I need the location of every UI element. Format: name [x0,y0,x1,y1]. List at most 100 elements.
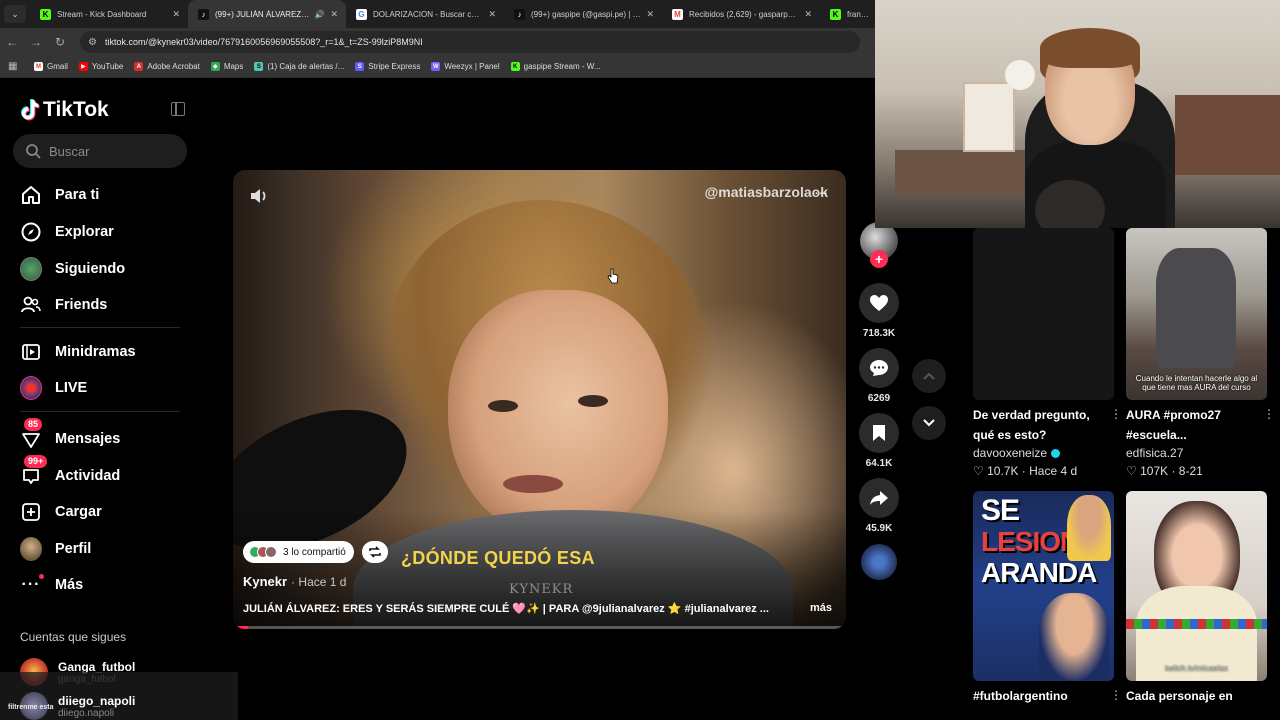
stripe-icon: S [355,62,365,71]
bookmark-kick[interactable]: Kgaspipe Stream - W... [510,62,601,71]
speaker-icon[interactable]: 🔊 [314,10,324,19]
nav-upload[interactable]: Cargar [20,501,102,523]
feed-thumbnail[interactable]: SE LESIONÓ ARANDA [973,491,1114,681]
nav-label: Siguiendo [55,261,126,277]
browser-tab[interactable]: K Stream - Kick Dashboard ✕ [30,0,188,28]
streamlabs-icon: S [254,62,264,71]
tiktok-logo[interactable]: TikTok [20,98,109,122]
nav-more[interactable]: ··· Más [20,574,83,596]
browser-tab[interactable]: G DOLARIZACION - Buscar con G ✕ [346,0,504,28]
nav-explore[interactable]: Explorar [20,221,114,243]
video-frame-art [578,395,608,407]
close-icon[interactable]: ✕ [804,9,812,20]
close-icon[interactable]: ✕ [172,9,180,20]
chevron-up-icon [923,372,935,380]
video-brand-overlay: KYNEKR [509,582,574,597]
bookmark-label: (1) Caja de alertas /... [267,62,345,71]
video-caption-overlay: ¿DÓNDE QUEDÓ ESA [401,548,595,568]
more-options-icon[interactable]: ··· [814,184,828,200]
nav-minidramas[interactable]: Minidramas [20,341,136,363]
webcam-art [1175,95,1280,175]
comment-button[interactable] [859,348,899,388]
kick-icon: K [510,62,520,71]
bookmark-label: Stripe Express [368,62,421,71]
forward-icon[interactable]: → [24,35,48,49]
site-info-icon[interactable]: ⚙ [88,37,97,48]
feed-thumbnail[interactable]: twitch.tv/micaelax [1126,491,1267,681]
nav-label: Explorar [55,224,114,240]
close-icon[interactable]: ✕ [330,9,338,20]
feed-thumbnail[interactable]: Cuando le intentan hacerle algo al que t… [1126,228,1267,400]
webcam-overlay [875,0,1280,228]
follow-plus-icon[interactable]: + [870,250,888,268]
bookmark-maps[interactable]: ◆ Maps [210,62,243,71]
thumbnail-caption: Cuando le intentan hacerle algo al que t… [1135,374,1258,392]
search-box[interactable] [13,134,187,168]
card-meta: ♡ 107K · 8-21 [1126,464,1203,478]
close-icon[interactable]: ✕ [646,9,654,20]
browser-tab[interactable]: K fransobri [820,0,880,28]
browser-tab[interactable]: M Recibidos (2,629) - gasparpenn ✕ [662,0,820,28]
card-author[interactable]: davooxeneize [973,446,1061,460]
video-progress-bar[interactable] [233,626,846,629]
save-button[interactable] [859,413,899,453]
nav-label: Friends [55,297,108,313]
share-icon [870,491,888,505]
close-icon[interactable]: ✕ [488,9,496,20]
bookmark-youtube[interactable]: ▶ YouTube [78,62,123,71]
repost-button[interactable] [362,541,388,563]
video-author[interactable]: Kynekr · Hace 1 d [243,574,346,589]
gmail-icon: M [672,8,683,20]
chevron-down-icon [923,419,935,427]
browser-tab[interactable]: ♪ (99+) gaspipe (@gaspi.pe) | Tik ✕ [504,0,662,28]
more-options-icon[interactable]: ⋮ [1110,407,1122,421]
more-link[interactable]: más [810,602,832,614]
reload-icon[interactable]: ↻ [48,35,72,49]
messages-icon: 85 [20,418,43,450]
feed-thumbnail[interactable] [973,228,1114,400]
bookmark-gmail[interactable]: M Gmail [34,62,68,71]
nav-following[interactable]: Siguiendo [20,257,126,281]
home-icon [20,184,42,206]
share-button[interactable] [859,478,899,518]
bookmark-weezyx[interactable]: W Weezyx | Panel [431,62,500,71]
account-handle: diiego.napoli [58,707,115,719]
bookmark-acrobat[interactable]: A Adobe Acrobat [134,62,200,71]
more-options-icon[interactable]: ⋮ [1263,407,1275,421]
bookmark-stripe[interactable]: S Stripe Express [355,62,420,71]
search-input[interactable] [49,143,169,159]
nav-for-you[interactable]: Para ti [20,184,99,206]
browser-tab-active[interactable]: ♪ (99+) JULIÁN ÁLVAREZ: ERES 🔊 ✕ [188,0,346,28]
bookmark-label: Adobe Acrobat [147,62,200,71]
nav-profile[interactable]: Perfil [20,537,91,561]
share-count: 45.9K [865,523,893,534]
card-meta: ♡ 10.7K · Hace 4 d [973,464,1078,478]
next-video-button[interactable] [912,406,946,440]
url-bar[interactable]: ⚙ tiktok.com/@kynekr03/video/76791600569… [80,31,860,53]
volume-icon[interactable] [249,186,271,211]
weezyx-icon: W [431,62,441,71]
previous-video-button[interactable] [912,359,946,393]
more-options-icon[interactable]: ⋮ [1110,688,1122,702]
nav-live[interactable]: LIVE [20,376,87,400]
like-button[interactable] [859,283,899,323]
shared-by-pill[interactable]: 3 lo compartió [243,541,354,563]
video-player[interactable]: @matiasbarzolaok ··· ¿DÓNDE QUEDÓ ESA KY… [233,170,846,629]
card-author[interactable]: edfisica.27 [1126,446,1183,460]
collapse-sidebar-icon[interactable] [171,102,185,116]
tab-title: (99+) gaspipe (@gaspi.pe) | Tik [531,9,641,19]
bookmark-alerts[interactable]: S (1) Caja de alertas /... [254,62,344,71]
repost-icon [369,546,381,558]
back-icon[interactable]: ← [0,35,24,49]
nav-messages[interactable]: 85 Mensajes [20,418,120,450]
thumbnail-art [1156,248,1236,368]
video-description: JULIÁN ÁLVAREZ: ERES Y SERÁS SIEMPRE CUL… [243,603,769,615]
nav-activity[interactable]: 99+ Actividad [20,455,120,487]
verified-icon [1051,448,1061,458]
film-icon [20,341,42,363]
nav-friends[interactable]: Friends [20,294,107,316]
profile-icon [20,537,42,561]
apps-grid-icon[interactable]: ▦ [8,61,22,72]
music-disc-icon[interactable] [861,544,897,580]
tab-search-button[interactable]: ⌄ [4,5,26,23]
